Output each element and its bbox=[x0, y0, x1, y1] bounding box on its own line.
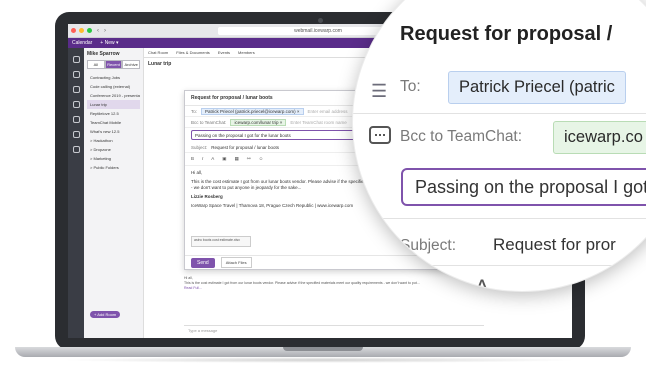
filter-segments: All Recent Archive bbox=[87, 60, 141, 69]
emoji-icon[interactable]: ☺ bbox=[259, 156, 264, 162]
laptop-scene: ‹ › webmail.icewarp.com Calendar + New ▾… bbox=[0, 0, 646, 367]
to-label: To: bbox=[191, 108, 198, 114]
zoom-to-label: To: bbox=[400, 78, 421, 95]
font-color-icon[interactable]: A bbox=[211, 156, 214, 162]
segment-archive[interactable]: Archive bbox=[122, 60, 141, 69]
magnifier-lens: Request for proposal / ☰ To: Patrick Pri… bbox=[352, 0, 646, 292]
calendar-icon[interactable] bbox=[72, 86, 80, 93]
new-menu-button[interactable]: + New ▾ bbox=[100, 40, 118, 46]
mail-icon[interactable] bbox=[72, 56, 80, 63]
chat-icon[interactable] bbox=[72, 71, 80, 78]
to-input[interactable]: Enter email address bbox=[308, 109, 348, 114]
divider bbox=[353, 113, 646, 114]
table-icon[interactable]: ▦ bbox=[235, 156, 239, 162]
laptop-base bbox=[15, 347, 631, 357]
maximize-window-icon[interactable] bbox=[87, 28, 92, 33]
zoom-toolbar: A A bbox=[433, 275, 511, 291]
chat-compose-input[interactable]: Type a message bbox=[184, 325, 484, 334]
back-icon[interactable]: ‹ bbox=[97, 28, 99, 34]
room-sidebar: Mike Sparrow All Recent Archive Contract… bbox=[84, 48, 144, 338]
zoom-subject-value[interactable]: Request for pror bbox=[493, 235, 616, 255]
sidebar-item[interactable]: > Marketing bbox=[87, 154, 140, 163]
camera-icon bbox=[318, 18, 323, 23]
contacts-icon[interactable] bbox=[72, 101, 80, 108]
subject-label: Subject: bbox=[191, 144, 208, 150]
bold-icon[interactable]: B bbox=[191, 156, 194, 162]
zoom-bcc-chip[interactable]: icewarp.co bbox=[553, 121, 646, 154]
underline-icon[interactable]: A bbox=[475, 275, 490, 291]
sidebar-item-selected[interactable]: Lunar trip bbox=[87, 100, 140, 109]
sidebar-item[interactable]: > Dropzone bbox=[87, 145, 140, 154]
minimize-window-icon[interactable] bbox=[79, 28, 84, 33]
attach-files-button[interactable]: Attach Files bbox=[220, 257, 252, 268]
subject-input[interactable]: Request for proposal / lunar boots bbox=[211, 145, 279, 150]
image-icon[interactable]: ▣ bbox=[222, 156, 226, 162]
teamchat-icon bbox=[369, 126, 391, 144]
bcc-input[interactable]: Enter TeamChat room name bbox=[290, 120, 346, 125]
tab-chat-room[interactable]: Chat Room bbox=[148, 50, 168, 55]
bcc-room-chip[interactable]: icewarp.com/lunar trip × bbox=[230, 118, 287, 126]
zoom-bcc-label: Bcc to TeamChat: bbox=[400, 128, 523, 145]
zoom-to-chip[interactable]: Patrick Priecel (patric bbox=[448, 71, 626, 104]
app-rail bbox=[68, 48, 84, 338]
zoom-title: Request for proposal / bbox=[400, 23, 613, 45]
font-color-icon[interactable]: A bbox=[433, 275, 448, 291]
user-name[interactable]: Mike Sparrow bbox=[87, 51, 140, 57]
segment-all[interactable]: All bbox=[87, 60, 105, 69]
sidebar-item[interactable]: > Hackathon bbox=[87, 136, 140, 145]
laptop-shadow bbox=[60, 357, 580, 363]
laptop-notch bbox=[283, 347, 363, 351]
tab-files[interactable]: Files & Documents bbox=[176, 50, 210, 55]
add-room-button[interactable]: + Add Room bbox=[90, 311, 121, 318]
forward-icon[interactable]: › bbox=[104, 28, 106, 34]
sidebar-item[interactable]: TeamChat Mobile bbox=[87, 118, 140, 127]
sidebar-item[interactable]: > Public Folders bbox=[87, 163, 140, 172]
close-window-icon[interactable] bbox=[71, 28, 76, 33]
tab-events[interactable]: Events bbox=[218, 50, 230, 55]
segment-recent[interactable]: Recent bbox=[104, 60, 123, 69]
to-recipient-chip[interactable]: Patrick Priecel (patrick.priecel@icewarp… bbox=[201, 107, 304, 115]
tasks-icon[interactable] bbox=[72, 116, 80, 123]
divider bbox=[353, 218, 646, 219]
sidebar-item[interactable]: Contracting Jobs bbox=[87, 73, 140, 82]
notes-icon[interactable] bbox=[72, 131, 80, 138]
sidebar-item[interactable]: Code calling (external) bbox=[87, 82, 140, 91]
italic-icon[interactable]: I bbox=[202, 156, 203, 162]
sidebar-item[interactable]: Reptilelove 12.5 bbox=[87, 109, 140, 118]
calendar-menu[interactable]: Calendar bbox=[72, 40, 92, 46]
files-icon[interactable] bbox=[72, 146, 80, 153]
send-button[interactable]: Send bbox=[191, 257, 215, 268]
zoom-note-field[interactable]: Passing on the proposal I got bbox=[401, 168, 646, 206]
tab-members[interactable]: Members bbox=[238, 50, 255, 55]
sidebar-item[interactable]: Conference 2019 - presentations bbox=[87, 91, 140, 100]
attachment-chip[interactable]: astro boots cost estimate.xlsx bbox=[191, 236, 251, 247]
bcc-label: Bcc to TeamChat: bbox=[191, 119, 227, 125]
zoom-subject-label: Subject: bbox=[400, 237, 457, 254]
menu-icon[interactable]: ☰ bbox=[371, 81, 387, 102]
sidebar-item[interactable]: What's new 12.5 bbox=[87, 127, 140, 136]
divider bbox=[353, 265, 646, 266]
link-icon[interactable]: ⚯ bbox=[247, 156, 251, 162]
